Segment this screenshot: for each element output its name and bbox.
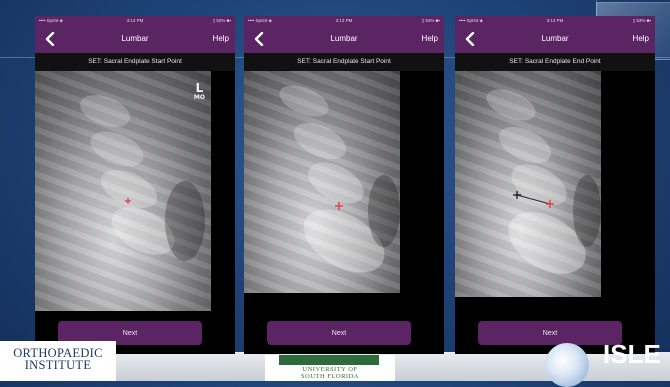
back-button[interactable] bbox=[248, 28, 270, 50]
phone-screen-3: •••• Sprint ◈ 3:13 PM ▯ 53% ■▪ Lumbar He… bbox=[455, 16, 655, 354]
back-button[interactable] bbox=[459, 28, 481, 50]
phone-screen-2: •••• Sprint ◈ 3:13 PM ▯ 53% ■▪ Lumbar He… bbox=[244, 16, 444, 354]
sacral-endplate-line bbox=[516, 194, 551, 205]
orthopaedic-institute-logo: ORTHOPAEDIC INSTITUTE bbox=[0, 341, 116, 381]
marker-layer bbox=[513, 191, 554, 208]
help-button[interactable]: Help bbox=[213, 25, 229, 53]
nav-bar: Lumbar Help bbox=[35, 25, 235, 53]
clock-label: 3:13 PM bbox=[126, 18, 144, 23]
screen-title: Lumbar bbox=[121, 34, 149, 43]
next-button[interactable]: Next bbox=[267, 321, 411, 345]
marker-layer bbox=[125, 198, 131, 204]
help-button[interactable]: Help bbox=[633, 25, 649, 53]
chevron-left-icon bbox=[45, 32, 55, 46]
usf-line-2: SOUTH FLORIDA bbox=[301, 373, 359, 380]
battery-indicator: ▯ 53% ■▪ bbox=[421, 18, 440, 23]
xray-image[interactable]: L MO bbox=[35, 71, 211, 311]
screen-title: Lumbar bbox=[541, 34, 569, 43]
instruction-label: SET: Sacral Endplate End Point bbox=[455, 53, 655, 71]
battery-indicator: ▯ 53% ■▪ bbox=[632, 18, 651, 23]
battery-indicator: ▯ 53% ■▪ bbox=[212, 18, 231, 23]
help-button[interactable]: Help bbox=[422, 25, 438, 53]
sacral-start-marker[interactable] bbox=[513, 191, 521, 199]
xray-image[interactable] bbox=[244, 71, 400, 293]
usf-logo-mark bbox=[279, 355, 379, 365]
status-bar: •••• Sprint ◈ 3:13 PM ▯ 53% ■▪ bbox=[35, 16, 235, 25]
nav-bar: Lumbar Help bbox=[455, 25, 655, 53]
marker-layer bbox=[335, 202, 343, 210]
sacral-start-marker[interactable] bbox=[125, 198, 131, 204]
screen-title: Lumbar bbox=[330, 34, 358, 43]
instruction-label: SET: Sacral Endplate Start Point bbox=[35, 53, 235, 71]
status-bar: •••• Sprint ◈ 3:13 PM ▯ 53% ■▪ bbox=[244, 16, 444, 25]
usf-line-1: UNIVERSITY OF bbox=[302, 366, 358, 373]
xray-image[interactable] bbox=[455, 71, 601, 297]
chevron-left-icon bbox=[254, 32, 264, 46]
phone-screen-1: •••• Sprint ◈ 3:13 PM ▯ 53% ■▪ Lumbar He… bbox=[35, 16, 235, 354]
nav-bar: Lumbar Help bbox=[244, 25, 444, 53]
status-bar: •••• Sprint ◈ 3:13 PM ▯ 53% ■▪ bbox=[455, 16, 655, 25]
logo-line-2: INSTITUTE bbox=[24, 358, 92, 372]
isle-brand-text: ISLE bbox=[603, 339, 661, 369]
instruction-label: SET: Sacral Endplate Start Point bbox=[244, 53, 444, 71]
isle-logo: ISLE bbox=[545, 335, 670, 387]
sacral-end-marker[interactable] bbox=[546, 200, 554, 208]
sacral-start-marker[interactable] bbox=[335, 202, 343, 210]
back-button[interactable] bbox=[39, 28, 61, 50]
globe-icon bbox=[545, 343, 589, 387]
clock-label: 3:13 PM bbox=[546, 18, 564, 23]
chevron-left-icon bbox=[465, 32, 475, 46]
usf-logo: UNIVERSITY OF SOUTH FLORIDA bbox=[265, 355, 395, 381]
clock-label: 3:13 PM bbox=[335, 18, 353, 23]
